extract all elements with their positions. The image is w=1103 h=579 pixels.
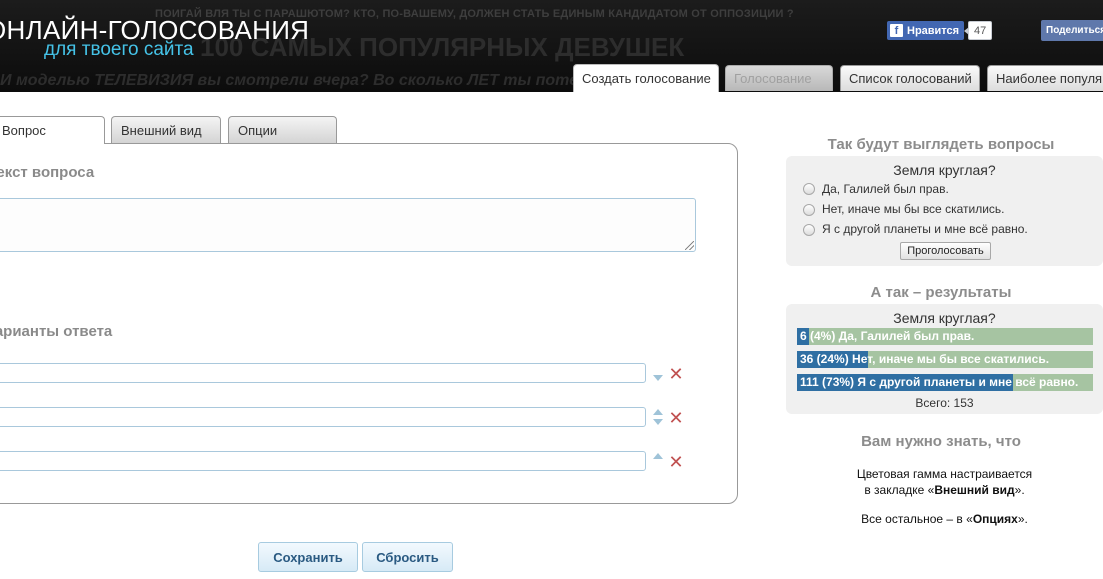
tab-poll[interactable]: Голосование [725, 65, 833, 91]
vote-button[interactable]: Проголосовать [900, 242, 991, 260]
site-tagline: для твоего сайта [44, 39, 194, 60]
answer-input-1[interactable] [0, 363, 646, 383]
move-down-icon[interactable] [653, 419, 663, 425]
delete-icon[interactable]: ✕ [668, 365, 684, 383]
result-label: 6 (4%) Да, Галилей был прав. [800, 329, 975, 343]
move-down-icon[interactable] [653, 375, 663, 381]
info-line-2: в закладке «Внешний вид». [864, 483, 1025, 497]
answer-input-3[interactable] [0, 451, 646, 471]
options-tab-reference: Опциях [972, 512, 1018, 526]
result-label: 111 (73%) Я с другой планеты и мне всё р… [800, 375, 1079, 389]
tab-question[interactable]: Вопрос [0, 116, 105, 144]
tab-create-poll[interactable]: Создать голосование [573, 64, 719, 92]
share-button[interactable]: Поделиться [1041, 20, 1103, 41]
tab-most-popular[interactable]: Наиболее популярные [987, 65, 1103, 91]
tab-poll-list[interactable]: Список голосований [840, 65, 980, 91]
save-button[interactable]: Сохранить [258, 542, 358, 572]
preview-option-label: Нет, иначе мы бы все скатились. [822, 202, 1005, 216]
tab-options[interactable]: Опции [228, 116, 337, 143]
preview-option-label: Я с другой планеты и мне всё равно. [822, 222, 1028, 236]
like-count: 47 [963, 21, 993, 40]
facebook-like-button[interactable]: f Нравится [887, 21, 965, 40]
info-line-3: Все остальное – в «Опциях». [861, 512, 1028, 526]
move-up-icon[interactable] [653, 453, 663, 459]
site-header: ПОИГАЙ ВЛЯ ТЫ С ПАРАШЮТОМ? КТО, ПО-ВАШЕМ… [0, 0, 1103, 92]
result-bar: 36 (24%) Нет, иначе мы бы все скатились. [797, 351, 1093, 368]
header-background-subtitle: И моделью ТЕЛЕВИЗИЯ вы смотрели вчера? В… [0, 72, 617, 89]
move-up-icon[interactable] [653, 409, 663, 415]
reset-button[interactable]: Сбросить [362, 542, 453, 572]
preview-option-label: Да, Галилей был прав. [822, 182, 949, 196]
result-label: 36 (24%) Нет, иначе мы бы все скатились. [800, 352, 1050, 366]
result-bar: 111 (73%) Я с другой планеты и мне всё р… [797, 374, 1093, 391]
facebook-icon: f [890, 24, 903, 37]
delete-icon[interactable]: ✕ [668, 409, 684, 427]
tab-appearance[interactable]: Внешний вид [111, 116, 221, 143]
preview-title: Так будут выглядеть вопросы [827, 136, 1055, 153]
preview-radio[interactable] [803, 183, 815, 195]
resize-grip-icon[interactable] [685, 241, 694, 250]
delete-icon[interactable]: ✕ [668, 453, 684, 471]
like-label: Нравится [907, 24, 960, 37]
results-total: Всего: 153 [915, 396, 974, 410]
preview-question: Земля круглая? [893, 162, 996, 178]
info-title: Вам нужно знать, что [861, 433, 1021, 450]
info-line-1: Цветовая гамма настраивается [856, 467, 1033, 481]
preview-radio[interactable] [803, 204, 815, 216]
appearance-tab-reference: Внешний вид [934, 483, 1015, 497]
results-question: Земля круглая? [893, 310, 996, 326]
results-title: А так – результаты [870, 284, 1012, 301]
result-bar: 6 (4%) Да, Галилей был прав. [797, 328, 1093, 345]
question-textarea[interactable] [0, 198, 696, 252]
answer-input-2[interactable] [0, 407, 646, 427]
question-text-label: Текст вопроса [0, 164, 95, 181]
preview-radio[interactable] [803, 224, 815, 236]
answers-label: Варианты ответа [0, 323, 113, 340]
